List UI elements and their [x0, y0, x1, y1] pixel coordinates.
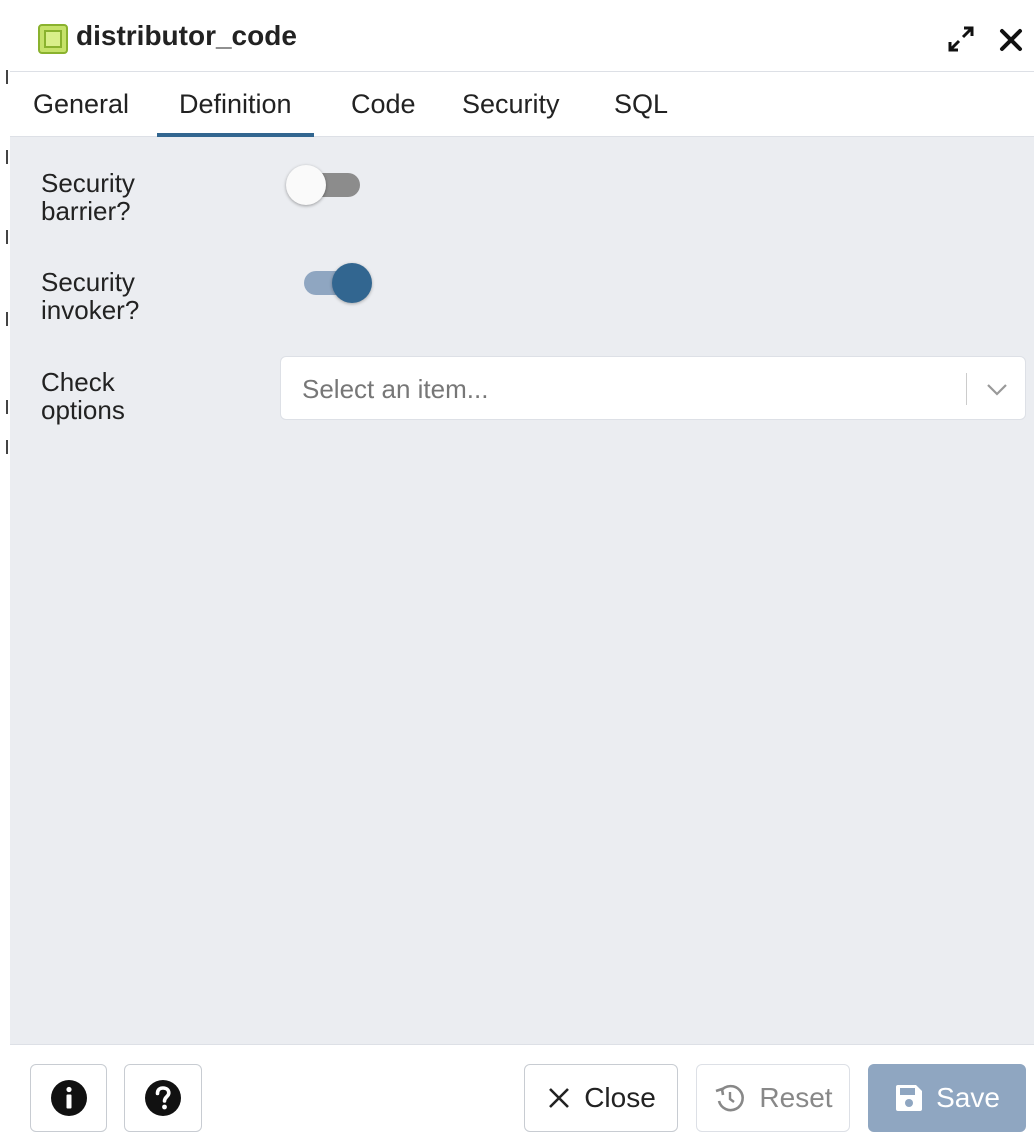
label-line: Check	[41, 367, 115, 397]
help-icon	[145, 1080, 181, 1116]
reset-button-label: Reset	[759, 1082, 833, 1113]
reset-icon	[716, 1084, 745, 1112]
toggle-knob	[332, 263, 372, 303]
save-button-label: Save	[936, 1082, 1000, 1113]
close-button-label: Close	[584, 1082, 656, 1113]
security-invoker-toggle[interactable]	[294, 263, 374, 303]
edge-tick	[6, 150, 8, 164]
dialog-footer: Close Reset Save	[10, 1044, 1034, 1144]
tab-sql[interactable]: SQL	[614, 72, 668, 137]
close-button[interactable]: Close	[524, 1064, 678, 1132]
dialog-title: distributor_code	[76, 20, 297, 51]
check-options-label: Check options	[41, 368, 125, 424]
maximize-icon[interactable]	[946, 24, 976, 54]
select-separator	[966, 373, 967, 405]
label-line: invoker?	[41, 295, 140, 325]
tab-bar: General Definition Code Security SQL	[10, 72, 1034, 137]
view-icon	[38, 24, 68, 54]
reset-button[interactable]: Reset	[696, 1064, 850, 1132]
close-icon[interactable]	[998, 24, 1024, 54]
info-button[interactable]	[30, 1064, 107, 1132]
properties-dialog: distributor_code General Definition Code…	[10, 0, 1034, 1144]
label-line: barrier?	[41, 196, 131, 226]
check-options-select[interactable]: Select an item...	[280, 356, 1026, 420]
window-left-edge	[0, 0, 10, 1144]
label-line: Security	[41, 267, 135, 297]
tab-code[interactable]: Code	[351, 72, 416, 137]
edge-tick	[6, 70, 8, 84]
dialog-titlebar[interactable]: distributor_code	[10, 0, 1034, 72]
label-line: options	[41, 395, 125, 425]
edge-tick	[6, 230, 8, 244]
help-button[interactable]	[124, 1064, 202, 1132]
close-x-icon	[549, 1088, 570, 1108]
edge-tick	[6, 440, 8, 454]
tab-general[interactable]: General	[33, 72, 129, 137]
definition-panel: Security barrier? Security invoker? Chec…	[10, 137, 1034, 1044]
security-barrier-label: Security barrier?	[41, 169, 135, 225]
chevron-down-icon[interactable]	[983, 375, 1011, 403]
select-placeholder: Select an item...	[302, 374, 489, 404]
edge-tick	[6, 400, 8, 414]
edge-tick	[6, 312, 8, 326]
tab-definition[interactable]: Definition	[157, 72, 314, 137]
save-button[interactable]: Save	[868, 1064, 1026, 1132]
info-icon	[50, 1080, 87, 1116]
security-barrier-toggle[interactable]	[286, 165, 366, 205]
floppy-disk-icon	[896, 1085, 923, 1111]
label-line: Security	[41, 168, 135, 198]
security-invoker-label: Security invoker?	[41, 268, 139, 324]
tab-security[interactable]: Security	[462, 72, 560, 137]
toggle-knob	[286, 165, 326, 205]
